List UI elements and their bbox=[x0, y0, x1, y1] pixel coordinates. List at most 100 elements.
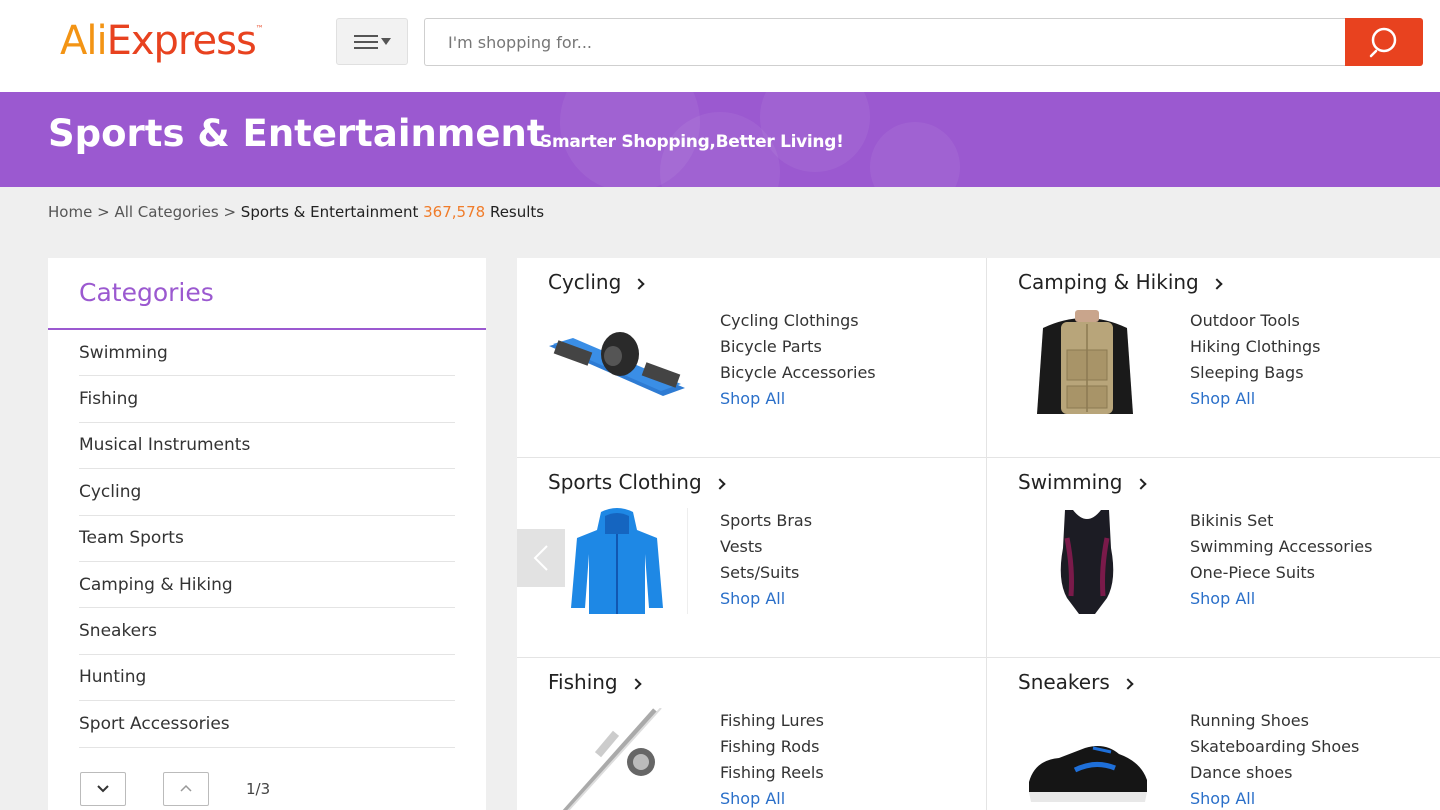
sidebar-item-sport-accessories[interactable]: Sport Accessories bbox=[79, 701, 455, 748]
breadcrumb-all-categories[interactable]: All Categories bbox=[114, 203, 218, 221]
search-button[interactable] bbox=[1345, 18, 1423, 66]
sidebar-item-camping-hiking[interactable]: Camping & Hiking bbox=[79, 562, 455, 609]
category-card-camping-hiking: Camping & Hiking Outdoor Tools Hiking Cl… bbox=[987, 258, 1440, 458]
card-title: Fishing bbox=[548, 670, 618, 694]
tactical-backpack-image[interactable] bbox=[1015, 308, 1159, 418]
blue-hoodie-image[interactable] bbox=[545, 508, 689, 618]
subcategory-link[interactable]: Swimming Accessories bbox=[1190, 534, 1372, 560]
sidebar-item-sneakers[interactable]: Sneakers bbox=[79, 608, 455, 655]
chevron-up-icon bbox=[180, 784, 192, 792]
subcategory-list: Outdoor Tools Hiking Clothings Sleeping … bbox=[1190, 308, 1320, 412]
chevron-right-icon bbox=[1211, 277, 1223, 290]
banner-title: Sports & Entertainment bbox=[48, 112, 545, 155]
subcategory-link[interactable]: Sports Bras bbox=[720, 508, 812, 534]
card-title-link[interactable]: Camping & Hiking bbox=[1018, 270, 1223, 294]
chevron-right-icon bbox=[1134, 477, 1147, 490]
sidebar-item-team-sports[interactable]: Team Sports bbox=[79, 516, 455, 562]
shop-all-link[interactable]: Shop All bbox=[720, 786, 824, 810]
breadcrumb-separator: > bbox=[223, 203, 237, 221]
card-title: Camping & Hiking bbox=[1018, 270, 1199, 294]
category-card-sports-clothing: Sports Clothing Sports Bras Vests Sets/S… bbox=[517, 458, 987, 658]
shop-all-link[interactable]: Shop All bbox=[720, 386, 876, 412]
sidebar-item-hunting[interactable]: Hunting bbox=[79, 655, 455, 702]
subcategory-link[interactable]: Dance shoes bbox=[1190, 760, 1359, 786]
category-card-sneakers: Sneakers Running Shoes Skateboarding Sho… bbox=[987, 658, 1440, 810]
pager-down-button[interactable] bbox=[80, 772, 126, 806]
shop-all-link[interactable]: Shop All bbox=[720, 586, 812, 612]
subcategory-link[interactable]: Bicycle Parts bbox=[720, 334, 876, 360]
categories-sidebar: Categories Swimming Fishing Musical Inst… bbox=[48, 258, 486, 810]
logo-tm: ™ bbox=[255, 24, 264, 33]
category-grid: Cycling Cycling Clothings Bicycle Parts … bbox=[517, 258, 1440, 810]
card-title: Swimming bbox=[1018, 470, 1123, 494]
breadcrumb-separator: > bbox=[97, 203, 110, 221]
top-header: AliExpress™ bbox=[0, 0, 1440, 92]
chevron-right-icon bbox=[714, 477, 726, 490]
results-label: Results bbox=[489, 203, 545, 221]
category-card-fishing: Fishing Fishing Lures Fishing Rods Fishi… bbox=[517, 658, 987, 810]
subcategory-link[interactable]: Hiking Clothings bbox=[1190, 334, 1320, 360]
breadcrumb-current: Sports & Entertainment bbox=[240, 203, 419, 221]
chevron-right-icon bbox=[633, 277, 645, 290]
card-title: Sneakers bbox=[1018, 670, 1110, 694]
category-card-swimming: Swimming Bikinis Set Swimming Accessorie… bbox=[987, 458, 1440, 658]
subcategory-link[interactable]: One-Piece Suits bbox=[1190, 560, 1372, 586]
subcategory-link[interactable]: Fishing Rods bbox=[720, 734, 824, 760]
fishing-rod-image[interactable] bbox=[545, 708, 689, 810]
card-title-link[interactable]: Sneakers bbox=[1018, 670, 1134, 694]
subcategory-link[interactable]: Fishing Lures bbox=[720, 708, 824, 734]
pager-indicator: 1/3 bbox=[246, 780, 271, 798]
card-divider bbox=[687, 508, 688, 614]
subcategory-list: Running Shoes Skateboarding Shoes Dance … bbox=[1190, 708, 1359, 810]
subcategory-link[interactable]: Bicycle Accessories bbox=[720, 360, 876, 386]
sidebar-item-swimming[interactable]: Swimming bbox=[79, 330, 455, 377]
chevron-right-icon bbox=[1122, 677, 1134, 690]
caret-down-icon bbox=[380, 38, 391, 45]
subcategory-list: Sports Bras Vests Sets/Suits Shop All bbox=[720, 508, 812, 612]
category-card-cycling: Cycling Cycling Clothings Bicycle Parts … bbox=[517, 258, 987, 458]
subcategory-list: Cycling Clothings Bicycle Parts Bicycle … bbox=[720, 308, 876, 412]
chevron-right-icon bbox=[629, 677, 642, 690]
card-title-link[interactable]: Cycling bbox=[548, 270, 645, 294]
breadcrumb: Home > All Categories > Sports & Enterta… bbox=[48, 203, 544, 221]
subcategory-link[interactable]: Fishing Reels bbox=[720, 760, 824, 786]
subcategory-link[interactable]: Outdoor Tools bbox=[1190, 308, 1320, 334]
shop-all-link[interactable]: Shop All bbox=[1190, 386, 1320, 412]
subcategory-link[interactable]: Running Shoes bbox=[1190, 708, 1359, 734]
subcategory-link[interactable]: Sleeping Bags bbox=[1190, 360, 1320, 386]
shop-all-link[interactable]: Shop All bbox=[1190, 786, 1359, 810]
subcategory-link[interactable]: Cycling Clothings bbox=[720, 308, 876, 334]
pager-up-button[interactable] bbox=[163, 772, 209, 806]
subcategory-link[interactable]: Bikinis Set bbox=[1190, 508, 1372, 534]
chevron-left-icon bbox=[533, 545, 548, 571]
sidebar-item-musical-instruments[interactable]: Musical Instruments bbox=[79, 423, 455, 470]
carousel-prev-button[interactable] bbox=[517, 529, 565, 587]
aliexpress-logo[interactable]: AliExpress™ bbox=[60, 18, 264, 64]
onewheel-board-image[interactable] bbox=[545, 308, 689, 418]
card-title: Cycling bbox=[548, 270, 622, 294]
card-title-link[interactable]: Swimming bbox=[1018, 470, 1147, 494]
subcategory-link[interactable]: Sets/Suits bbox=[720, 560, 812, 586]
shop-all-link[interactable]: Shop All bbox=[1190, 586, 1372, 612]
menu-icon bbox=[353, 34, 378, 49]
card-title-link[interactable]: Fishing bbox=[548, 670, 642, 694]
category-banner: Sports & Entertainment Smarter Shopping,… bbox=[0, 92, 1440, 187]
breadcrumb-home[interactable]: Home bbox=[48, 203, 92, 221]
search-icon bbox=[1369, 27, 1397, 58]
subcategory-link[interactable]: Skateboarding Shoes bbox=[1190, 734, 1359, 760]
category-menu-button[interactable] bbox=[336, 18, 408, 65]
subcategory-link[interactable]: Vests bbox=[720, 534, 812, 560]
swimsuit-image[interactable] bbox=[1015, 508, 1159, 618]
sneaker-image[interactable] bbox=[1015, 708, 1159, 810]
banner-subtitle: Smarter Shopping,Better Living! bbox=[540, 132, 844, 152]
card-title: Sports Clothing bbox=[548, 470, 702, 494]
card-title-link[interactable]: Sports Clothing bbox=[548, 470, 726, 494]
logo-text-ali: Ali bbox=[60, 18, 108, 64]
subcategory-list: Fishing Lures Fishing Rods Fishing Reels… bbox=[720, 708, 824, 810]
search-input[interactable] bbox=[424, 18, 1346, 66]
results-count: 367,578 bbox=[423, 203, 486, 221]
sidebar-title: Categories bbox=[79, 278, 214, 307]
sidebar-item-cycling[interactable]: Cycling bbox=[79, 469, 455, 516]
category-list: Swimming Fishing Musical Instruments Cyc… bbox=[79, 330, 455, 748]
sidebar-item-fishing[interactable]: Fishing bbox=[79, 376, 455, 423]
